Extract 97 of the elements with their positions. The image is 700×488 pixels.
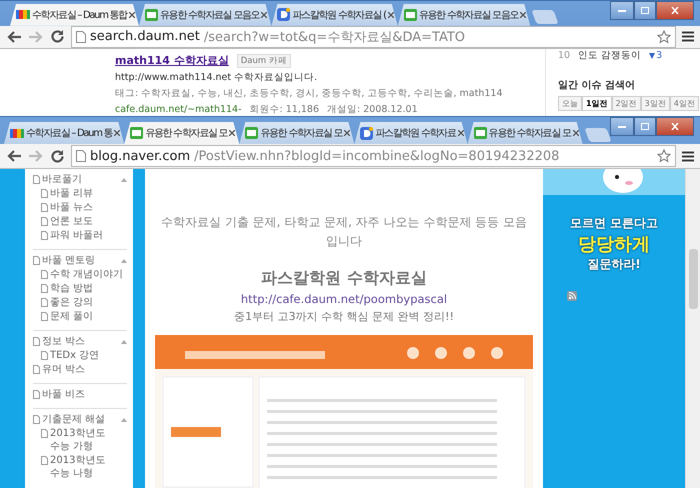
reload-button[interactable] bbox=[50, 148, 65, 164]
close-tab-icon[interactable] bbox=[458, 130, 464, 136]
multicolor-logo-icon bbox=[10, 128, 24, 138]
letter-logo-icon bbox=[360, 126, 374, 140]
subcategory-link[interactable]: 수학 개념이야기 bbox=[50, 268, 127, 281]
browser-tab[interactable]: 수학자료실 – Daum 통합 bbox=[10, 4, 139, 26]
category-link[interactable]: 바풀 비즈 bbox=[42, 388, 127, 401]
browser-tab[interactable]: 파스칼학원 수학자료실 ( bbox=[271, 4, 398, 26]
day-tab[interactable]: 2일전 bbox=[612, 96, 641, 111]
document-icon bbox=[41, 456, 48, 465]
address-bar[interactable]: search.daum.net /search?w=tot&q=수학자료실&DA=TATO bbox=[71, 26, 676, 48]
close-tab-icon[interactable] bbox=[229, 130, 236, 136]
rss-icon[interactable] bbox=[567, 291, 577, 301]
close-button[interactable] bbox=[656, 117, 694, 136]
browser-tab[interactable]: 유용한 수학자료실 모 bbox=[239, 122, 354, 144]
minimize-icon bbox=[618, 125, 626, 128]
subcategory-link[interactable]: 파워 바풀러 bbox=[50, 229, 127, 242]
blog-logo-icon bbox=[404, 8, 417, 21]
close-tab-icon[interactable] bbox=[572, 130, 579, 136]
result-link[interactable]: cafe.daum.net/~math114- bbox=[115, 104, 242, 115]
rank-number: 10 bbox=[558, 50, 570, 61]
page-icon bbox=[76, 30, 86, 43]
day-tab[interactable]: 3일전 bbox=[640, 96, 670, 111]
banner-headline: 당당하게 bbox=[578, 233, 650, 256]
category-link[interactable]: 바로풀기 bbox=[42, 173, 119, 186]
rank-change: 3 bbox=[656, 50, 662, 61]
category-link[interactable]: 정보 박스 bbox=[42, 335, 119, 348]
document-icon bbox=[33, 390, 40, 399]
section-title: 일간 이슈 검색어 bbox=[558, 79, 636, 92]
browser-tab[interactable]: 유용한 수학자료실 모음오 bbox=[398, 4, 530, 26]
subcategory-link[interactable]: 좋은 강의 bbox=[50, 296, 127, 309]
blog-logo-icon bbox=[474, 127, 487, 139]
subcategory-link[interactable]: TEDx 강연 bbox=[50, 349, 127, 362]
back-button[interactable] bbox=[6, 30, 22, 44]
maximize-icon bbox=[641, 7, 649, 14]
day-tab[interactable]: 오늘 bbox=[558, 96, 582, 111]
subcategory-link[interactable]: 2013학년도 수능 나형 bbox=[50, 454, 127, 480]
subcategory-link[interactable]: 2013학년도 수능 가형 bbox=[50, 427, 127, 453]
category-link[interactable]: 바풀 멘토링 bbox=[42, 254, 119, 267]
close-icon bbox=[671, 123, 679, 130]
multicolor-logo-icon bbox=[16, 10, 30, 20]
subcategory-link[interactable]: 바풀 뉴스 bbox=[50, 201, 127, 214]
minimize-button[interactable] bbox=[610, 117, 634, 136]
banner-headline: 모르면 모른다고 bbox=[570, 215, 658, 232]
subcategory-link[interactable]: 학습 방법 bbox=[50, 282, 127, 295]
close-tab-icon[interactable] bbox=[261, 12, 268, 18]
result-url-text: http://www.math114.net 수학자료실입니다. bbox=[115, 71, 318, 84]
member-count: 회원수: 11,186 bbox=[250, 103, 320, 116]
category-link[interactable]: 기출문제 해설 bbox=[42, 413, 119, 426]
day-tab[interactable]: 4일전 bbox=[670, 96, 699, 111]
tagline-text: 중1부터 고3까지 수학 핵심 문제 완벽 정리!! bbox=[234, 309, 454, 324]
star-icon[interactable] bbox=[657, 30, 671, 44]
maximize-icon bbox=[641, 123, 649, 130]
menu-icon[interactable] bbox=[682, 150, 694, 162]
banner-headline: 질문하라! bbox=[587, 256, 641, 273]
close-tab-icon[interactable] bbox=[114, 130, 120, 136]
maximize-button[interactable] bbox=[634, 117, 656, 136]
source-badge: Daum 카페 bbox=[236, 54, 291, 68]
close-icon bbox=[671, 7, 679, 14]
minimize-icon bbox=[618, 9, 626, 12]
minimize-button[interactable] bbox=[610, 1, 634, 20]
address-bar[interactable]: blog.naver.com /PostView.nhn?blogId=incombine&logNo=80194232208 bbox=[71, 145, 676, 167]
subcategory-link[interactable]: 바풀 리뷰 bbox=[50, 187, 127, 200]
blog-logo-icon bbox=[245, 127, 258, 139]
blog-logo-icon bbox=[130, 127, 144, 139]
scrollbar[interactable] bbox=[685, 169, 700, 488]
browser-tab[interactable]: 유용한 수학자료실 모음오 bbox=[138, 4, 272, 26]
menu-icon[interactable] bbox=[682, 31, 694, 42]
close-tab-icon[interactable] bbox=[344, 130, 350, 136]
close-button[interactable] bbox=[656, 1, 694, 20]
close-tab-icon[interactable] bbox=[128, 12, 135, 18]
intro-paragraph: 수학자료실 기출 문제, 타학교 문제, 자주 나오는 수학문제 등등 모음입니다 bbox=[160, 214, 528, 250]
browser-tab[interactable]: 파스칼학원 수학자료 bbox=[354, 122, 468, 144]
page-icon bbox=[76, 150, 86, 162]
browser-tab[interactable]: 수학자료실 – Daum 통 bbox=[4, 122, 124, 144]
letter-logo-icon bbox=[277, 8, 290, 22]
down-arrow-icon bbox=[649, 52, 656, 58]
subcategory-link[interactable]: 문제 풀이 bbox=[50, 310, 127, 323]
subcategory-link[interactable]: 언론 보도 bbox=[50, 215, 127, 228]
close-tab-icon[interactable] bbox=[520, 12, 526, 18]
result-title-link[interactable]: math114 수학자료실 bbox=[115, 53, 229, 68]
day-tab[interactable]: 1일전 bbox=[582, 96, 612, 111]
browser-tab[interactable]: 유용한 수학자료실 모 bbox=[124, 122, 240, 144]
cafe-link[interactable]: http://cafe.daum.net/poombypascal bbox=[240, 292, 448, 306]
maximize-button[interactable] bbox=[634, 1, 656, 20]
created-date: 개설일: 2008.12.01 bbox=[327, 103, 418, 116]
reload-button[interactable] bbox=[50, 29, 65, 44]
category-link[interactable]: 유머 박스 bbox=[42, 363, 127, 376]
result-tags: 태그: 수학자료실, 수능, 내신, 초등수학, 경시, 중등수학, 고등수학, 수리논술, math114 bbox=[115, 87, 502, 100]
star-icon[interactable] bbox=[657, 149, 671, 163]
back-button[interactable] bbox=[6, 149, 22, 163]
browser-tab[interactable]: 유용한 수학자료실 모 bbox=[468, 122, 583, 144]
blog-logo-icon bbox=[144, 8, 158, 21]
close-tab-icon[interactable] bbox=[388, 12, 394, 18]
keyword-link[interactable]: 인도 감쟁동이 bbox=[578, 49, 642, 62]
new-tab-button[interactable] bbox=[584, 128, 612, 142]
post-heading: 파스칼학원 수학자료실 bbox=[261, 268, 427, 290]
